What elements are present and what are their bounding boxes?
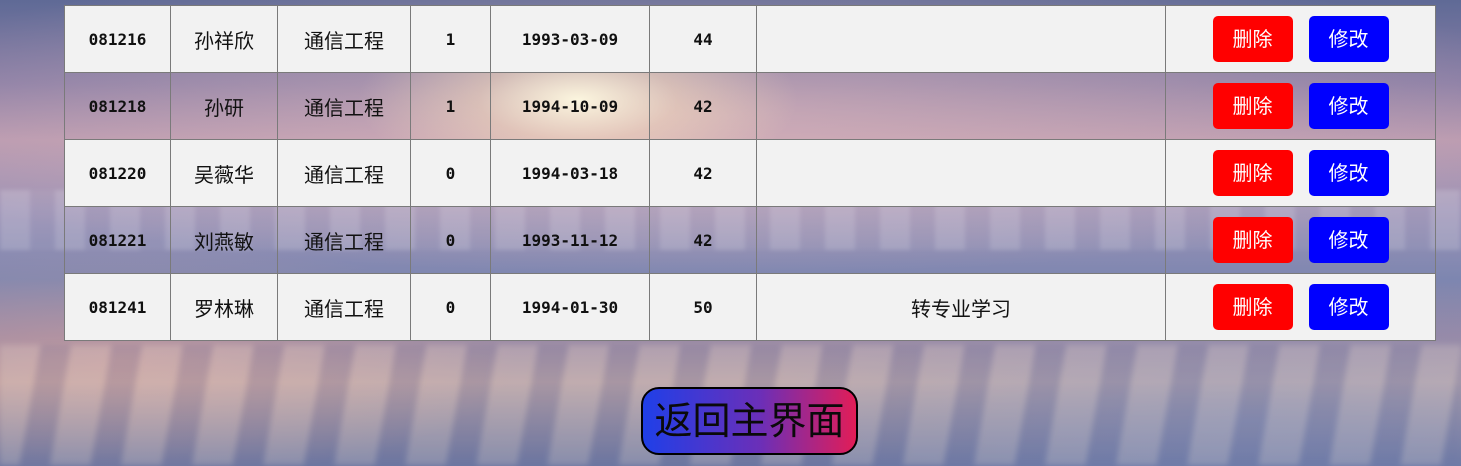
edit-button[interactable]: 修改	[1308, 284, 1389, 330]
table-row: 081221 刘燕敏 通信工程 0 1993-11-12 42 删除 修改	[64, 206, 1436, 274]
sex-cell: 1	[410, 5, 491, 73]
sex-cell: 0	[410, 139, 491, 207]
student-id-cell: 081221	[64, 206, 171, 274]
table-row: 081218 孙研 通信工程 1 1994-10-09 42 删除 修改	[64, 72, 1436, 140]
birthday-cell: 1994-01-30	[490, 273, 650, 341]
edit-button[interactable]: 修改	[1308, 150, 1389, 196]
table-row: 081216 孙祥欣 通信工程 1 1993-03-09 44 删除 修改	[64, 5, 1436, 73]
major-cell: 通信工程	[277, 5, 411, 73]
student-name-cell: 孙祥欣	[170, 5, 278, 73]
sex-cell: 0	[410, 206, 491, 274]
table-row: 081220 吴薇华 通信工程 0 1994-03-18 42 删除 修改	[64, 139, 1436, 207]
remark-cell: 转专业学习	[756, 273, 1166, 341]
delete-button[interactable]: 删除	[1212, 217, 1293, 263]
major-cell: 通信工程	[277, 273, 411, 341]
delete-button[interactable]: 删除	[1212, 150, 1293, 196]
credits-cell: 44	[649, 5, 757, 73]
remark-cell	[756, 139, 1166, 207]
edit-button[interactable]: 修改	[1308, 217, 1389, 263]
table-row: 081241 罗林琳 通信工程 0 1994-01-30 50 转专业学习 删除…	[64, 273, 1436, 341]
birthday-cell: 1994-03-18	[490, 139, 650, 207]
actions-cell: 删除 修改	[1165, 72, 1436, 140]
major-cell: 通信工程	[277, 72, 411, 140]
edit-button[interactable]: 修改	[1308, 16, 1389, 62]
student-id-cell: 081218	[64, 72, 171, 140]
credits-cell: 42	[649, 139, 757, 207]
birthday-cell: 1993-11-12	[490, 206, 650, 274]
student-id-cell: 081241	[64, 273, 171, 341]
birthday-cell: 1993-03-09	[490, 5, 650, 73]
birthday-cell: 1994-10-09	[490, 72, 650, 140]
delete-button[interactable]: 删除	[1212, 284, 1293, 330]
credits-cell: 42	[649, 72, 757, 140]
sex-cell: 1	[410, 72, 491, 140]
credits-cell: 50	[649, 273, 757, 341]
student-id-cell: 081220	[64, 139, 171, 207]
actions-cell: 删除 修改	[1165, 5, 1436, 73]
actions-cell: 删除 修改	[1165, 273, 1436, 341]
credits-cell: 42	[649, 206, 757, 274]
remark-cell	[756, 5, 1166, 73]
major-cell: 通信工程	[277, 139, 411, 207]
delete-button[interactable]: 删除	[1212, 83, 1293, 129]
student-name-cell: 孙研	[170, 72, 278, 140]
student-name-cell: 罗林琳	[170, 273, 278, 341]
sex-cell: 0	[410, 273, 491, 341]
return-home-button[interactable]: 返回主界面	[641, 387, 858, 455]
major-cell: 通信工程	[277, 206, 411, 274]
actions-cell: 删除 修改	[1165, 206, 1436, 274]
student-id-cell: 081216	[64, 5, 171, 73]
student-name-cell: 刘燕敏	[170, 206, 278, 274]
edit-button[interactable]: 修改	[1308, 83, 1389, 129]
actions-cell: 删除 修改	[1165, 139, 1436, 207]
remark-cell	[756, 72, 1166, 140]
student-table: 081216 孙祥欣 通信工程 1 1993-03-09 44 删除 修改 081…	[64, 5, 1436, 341]
remark-cell	[756, 206, 1166, 274]
delete-button[interactable]: 删除	[1212, 16, 1293, 62]
student-name-cell: 吴薇华	[170, 139, 278, 207]
